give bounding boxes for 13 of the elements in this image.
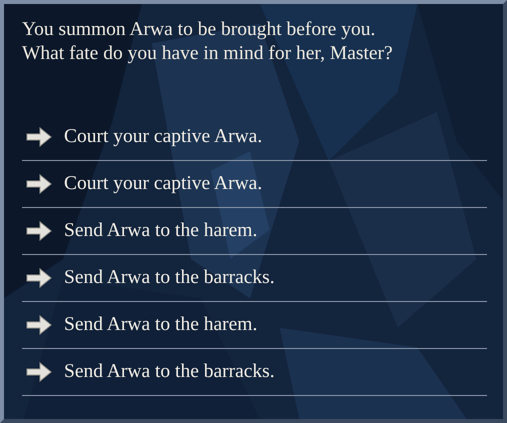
arrow-icon <box>26 315 52 335</box>
choice-option[interactable]: Court your captive Arwa. <box>64 169 262 199</box>
arrow-icon <box>26 174 52 194</box>
arrow-icon <box>26 362 52 382</box>
arrow-icon <box>26 221 52 241</box>
arrow-icon <box>26 127 52 147</box>
choice-option[interactable]: Send Arwa to the harem. <box>64 216 258 246</box>
choice-option[interactable]: Court your captive Arwa. <box>64 122 262 152</box>
choice-option[interactable]: Send Arwa to the barracks. <box>64 263 275 293</box>
arrow-icon <box>26 268 52 288</box>
choice-option[interactable]: Send Arwa to the harem. <box>64 310 258 340</box>
choice-option[interactable]: Send Arwa to the barracks. <box>64 357 275 387</box>
dialog-prompt: You summon Arwa to be brought before you. What fate do you have in mind for her, Master? <box>22 18 394 66</box>
